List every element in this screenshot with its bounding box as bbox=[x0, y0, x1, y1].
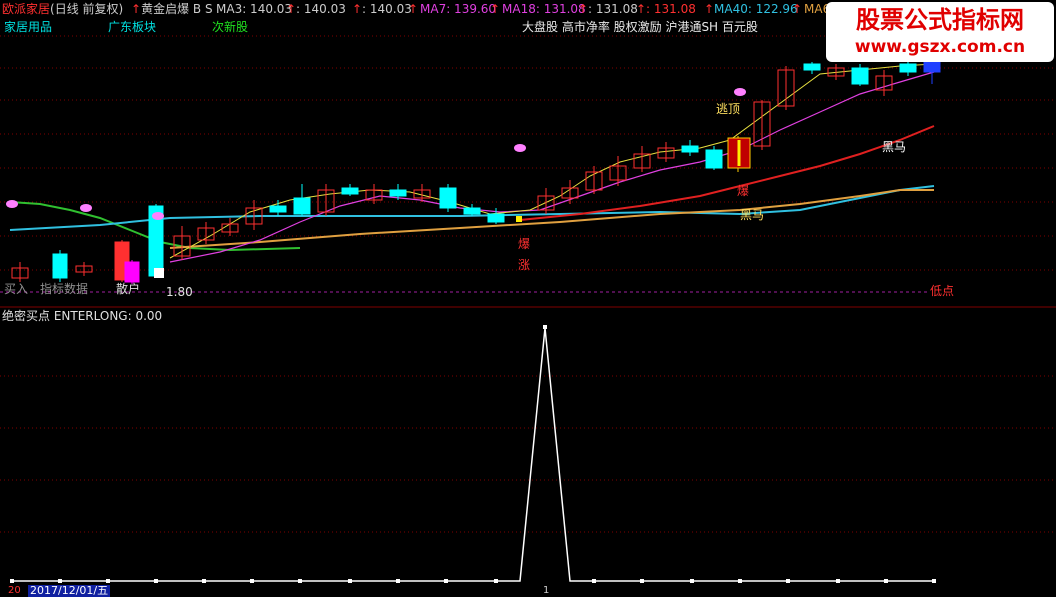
enterlong-point bbox=[202, 579, 206, 583]
diamond-icon bbox=[6, 200, 18, 208]
main-chart bbox=[0, 35, 1056, 583]
value-2: : 140.03 bbox=[362, 2, 412, 16]
indicator-data-note: 指标数据 bbox=[40, 282, 89, 296]
rise-label: 涨 bbox=[518, 258, 531, 272]
concept-tag[interactable]: 次新股 bbox=[212, 20, 248, 34]
price-low-label: 1.80 bbox=[166, 285, 193, 299]
indicator-name[interactable]: 黄金启爆 B S bbox=[141, 2, 212, 16]
grid-lines bbox=[0, 35, 1056, 533]
candle-body bbox=[269, 205, 287, 213]
enterlong-point bbox=[640, 579, 644, 583]
candle-body bbox=[705, 149, 723, 169]
dark-horse-label-2: 黑马 bbox=[740, 208, 765, 222]
industry-tag[interactable]: 家居用品 bbox=[4, 20, 52, 34]
up-arrow-icon: ↑ bbox=[704, 2, 715, 16]
diamond-icon bbox=[514, 144, 526, 152]
up-arrow-icon: ↑ bbox=[792, 2, 803, 16]
candle-body bbox=[681, 145, 699, 153]
header-bar: 欧派家居(日线 前复权) ↑黄金启爆 B S bbox=[2, 2, 213, 16]
up-arrow-icon: ↑ bbox=[352, 2, 363, 16]
candle-body bbox=[439, 187, 457, 209]
enterlong-point bbox=[932, 579, 936, 583]
diamond-icon bbox=[734, 88, 746, 96]
enterlong-point bbox=[348, 579, 352, 583]
enterlong-point bbox=[884, 579, 888, 583]
enterlong-point bbox=[690, 579, 694, 583]
retail-note: 散户 bbox=[116, 282, 141, 296]
enterlong-point bbox=[592, 579, 596, 583]
candle-body bbox=[803, 63, 821, 71]
enterlong-point bbox=[836, 579, 840, 583]
signal-square bbox=[516, 216, 522, 222]
watermark-title: 股票公式指标网 bbox=[856, 6, 1024, 34]
period-label[interactable]: (日线 前复权) bbox=[50, 2, 123, 16]
value-4: : 131.08 bbox=[646, 2, 696, 16]
low-point-label: 低点 bbox=[930, 284, 955, 298]
value-3: : 131.08 bbox=[588, 2, 638, 16]
enterlong-peak-point bbox=[543, 325, 547, 329]
up-arrow-icon: ↑ bbox=[408, 2, 419, 16]
burst-label: 爆 bbox=[737, 184, 750, 198]
region-tag[interactable]: 广东板块 bbox=[108, 20, 156, 34]
lower-indicator bbox=[10, 325, 936, 583]
diamond-icon bbox=[80, 204, 92, 212]
flags-tags[interactable]: 大盘股 高市净率 股权激励 沪港通SH 百元股 bbox=[522, 20, 758, 34]
buy-note: 买入 bbox=[4, 282, 29, 296]
peak-date-tick: 1 bbox=[543, 585, 550, 596]
enterlong-point bbox=[58, 579, 62, 583]
watermark-url: www.gszx.com.cn bbox=[854, 37, 1026, 57]
enterlong-point bbox=[10, 579, 14, 583]
up-arrow-icon: ↑ bbox=[131, 2, 142, 16]
up-arrow-icon: ↑ bbox=[636, 2, 647, 16]
stock-name[interactable]: 欧派家居 bbox=[2, 2, 50, 16]
enterlong-point bbox=[738, 579, 742, 583]
candle-body bbox=[341, 187, 359, 195]
ma-orange-line bbox=[169, 189, 934, 249]
watermark-logo: 股票公式指标网 www.gszx.com.cn bbox=[826, 2, 1054, 62]
candle-body bbox=[851, 67, 869, 85]
up-arrow-icon: ↑ bbox=[490, 2, 501, 16]
enterlong-point bbox=[494, 579, 498, 583]
escape-top-label: 逃顶 bbox=[716, 102, 741, 116]
date-cursor-label: 2017/12/01/五 bbox=[28, 584, 111, 597]
lower-panel-title: 绝密买点 ENTERLONG: 0.00 bbox=[2, 309, 163, 323]
candle-body bbox=[124, 261, 140, 283]
enterlong-point bbox=[106, 579, 110, 583]
enterlong-point bbox=[298, 579, 302, 583]
candle-body bbox=[293, 197, 311, 215]
up-arrow-icon: ↑ bbox=[286, 2, 297, 16]
enterlong-point bbox=[396, 579, 400, 583]
ma7-value: MA7: 139.60 bbox=[420, 2, 497, 16]
candle-body bbox=[463, 207, 481, 215]
enterlong-line bbox=[12, 327, 934, 582]
diamond-icon bbox=[152, 212, 164, 220]
enterlong-point bbox=[444, 579, 448, 583]
candle-body bbox=[899, 63, 917, 73]
candle-body bbox=[389, 189, 407, 197]
ma-red-line bbox=[519, 125, 935, 221]
dark-horse-label: 黑马 bbox=[882, 140, 907, 154]
value-1: : 140.03 bbox=[296, 2, 346, 16]
scale-label: 20 bbox=[8, 585, 21, 596]
candle-body bbox=[52, 253, 68, 279]
ma18-value: MA18: 131.08 bbox=[502, 2, 586, 16]
burst-label-2: 爆 bbox=[518, 237, 531, 251]
enterlong-point bbox=[154, 579, 158, 583]
up-arrow-icon: ↑ bbox=[578, 2, 589, 16]
enterlong-point bbox=[786, 579, 790, 583]
ma40-value: MA40: 122.96 bbox=[714, 2, 798, 16]
enterlong-point bbox=[250, 579, 254, 583]
candle-body bbox=[487, 213, 505, 223]
ma3-value: MA3: 140.03 bbox=[216, 2, 293, 16]
buy-marker-icon bbox=[154, 268, 164, 278]
